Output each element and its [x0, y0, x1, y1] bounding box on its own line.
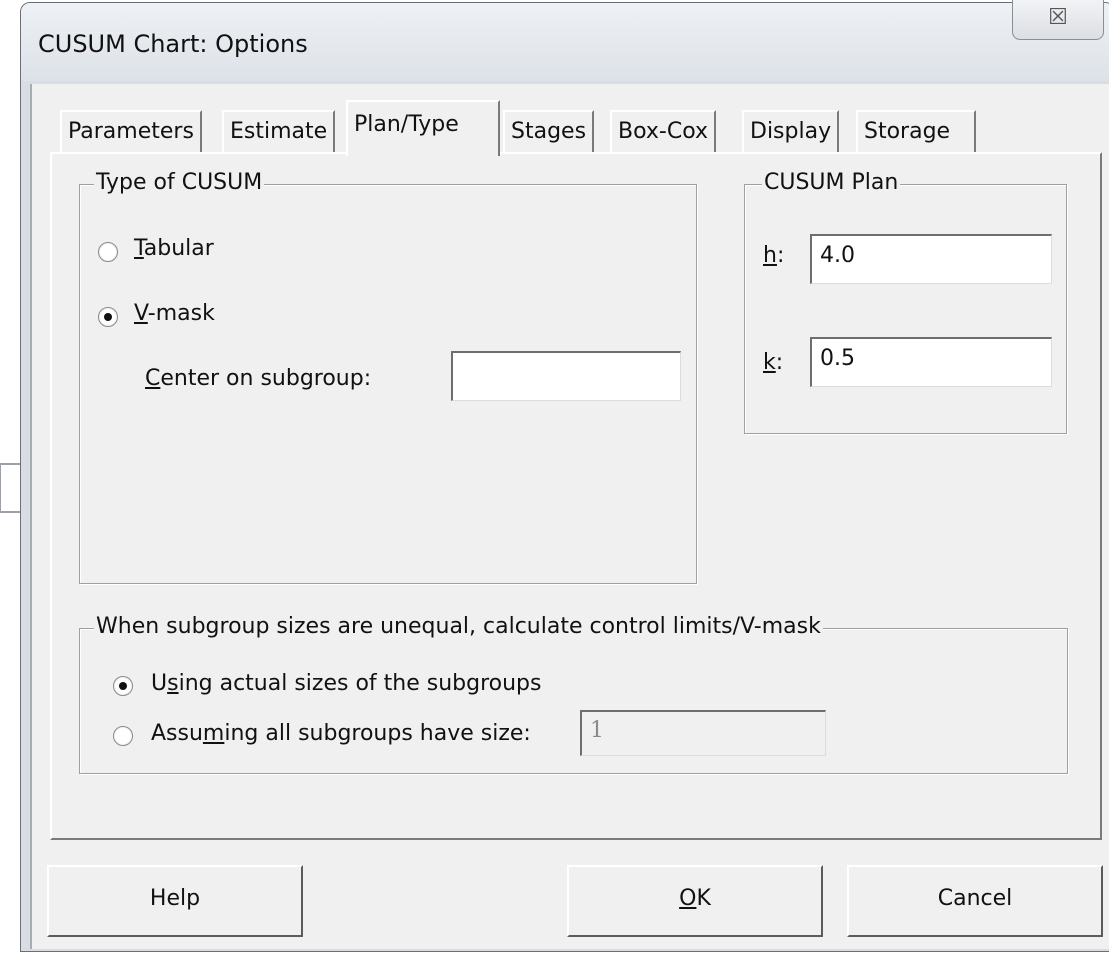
using-actual-sizes-label[interactable]: Using actual sizes of the subgroups: [151, 671, 541, 696]
center-on-subgroup-input[interactable]: [451, 351, 681, 401]
label-text: enter on subgroup:: [160, 366, 372, 391]
using-actual-sizes-radio[interactable]: [113, 676, 133, 696]
label-text: :: [775, 350, 784, 375]
mnemonic: C: [145, 366, 161, 391]
tab-estimate[interactable]: Estimate: [222, 110, 336, 154]
k-input[interactable]: 0.5: [810, 337, 1052, 387]
tabular-label[interactable]: Tabular: [134, 236, 214, 261]
mnemonic: V: [134, 301, 148, 326]
assuming-size-label[interactable]: Assuming all subgroups have size:: [151, 721, 531, 746]
tab-stages[interactable]: Stages: [503, 110, 595, 154]
label-text: Assu: [151, 721, 203, 746]
tab-display[interactable]: Display: [742, 110, 840, 154]
window-title: CUSUM Chart: Options: [38, 30, 308, 58]
tabular-radio[interactable]: [98, 242, 118, 262]
vmask-radio[interactable]: [98, 307, 118, 327]
tab-label: Estimate: [230, 119, 328, 144]
tab-label: Storage: [864, 119, 951, 144]
mnemonic: k: [763, 350, 776, 375]
tab-plan-type[interactable]: Plan/Type: [346, 100, 500, 156]
cancel-button[interactable]: Cancel: [847, 865, 1103, 937]
label-text: abular: [143, 236, 214, 261]
label-text: ing all subgroups have size:: [224, 721, 531, 746]
mnemonic: m: [202, 721, 225, 746]
assuming-size-radio[interactable]: [113, 726, 133, 746]
k-label: k:: [763, 350, 783, 375]
label-text: U: [151, 671, 168, 696]
mnemonic: O: [679, 886, 697, 911]
tab-label: Parameters: [68, 119, 194, 144]
type-of-cusum-legend: Type of CUSUM: [94, 170, 265, 195]
tab-storage[interactable]: Storage: [856, 110, 976, 154]
label-text: ing actual sizes of the subgroups: [178, 671, 542, 696]
tab-label: Display: [750, 119, 832, 144]
label-text: -mask: [147, 301, 215, 326]
tab-parameters[interactable]: Parameters: [60, 110, 202, 154]
ok-button[interactable]: OK: [567, 865, 823, 937]
close-button[interactable]: ☒: [1012, 0, 1104, 40]
tab-label: Stages: [511, 119, 587, 144]
h-label: h:: [763, 243, 784, 268]
close-icon: ☒: [1048, 5, 1068, 30]
tab-box-cox[interactable]: Box-Cox: [610, 110, 716, 154]
unequal-sizes-group: [79, 628, 1068, 774]
subgroup-size-input[interactable]: 1: [580, 710, 826, 756]
cusum-plan-legend: CUSUM Plan: [762, 170, 901, 195]
unequal-sizes-legend: When subgroup sizes are unequal, calcula…: [94, 614, 823, 639]
tab-label: Plan/Type: [354, 112, 459, 137]
mnemonic: h: [763, 243, 777, 268]
label-text: :: [776, 243, 785, 268]
cusum-plan-group: [744, 184, 1067, 434]
mnemonic: T: [134, 236, 144, 261]
label-text: K: [696, 886, 711, 911]
h-input[interactable]: 4.0: [810, 234, 1052, 284]
tab-label: Box-Cox: [618, 119, 708, 144]
mnemonic: s: [167, 671, 179, 696]
center-on-subgroup-label: Center on subgroup:: [145, 366, 371, 391]
vmask-label[interactable]: V-mask: [134, 301, 215, 326]
help-button[interactable]: Help: [47, 865, 303, 937]
